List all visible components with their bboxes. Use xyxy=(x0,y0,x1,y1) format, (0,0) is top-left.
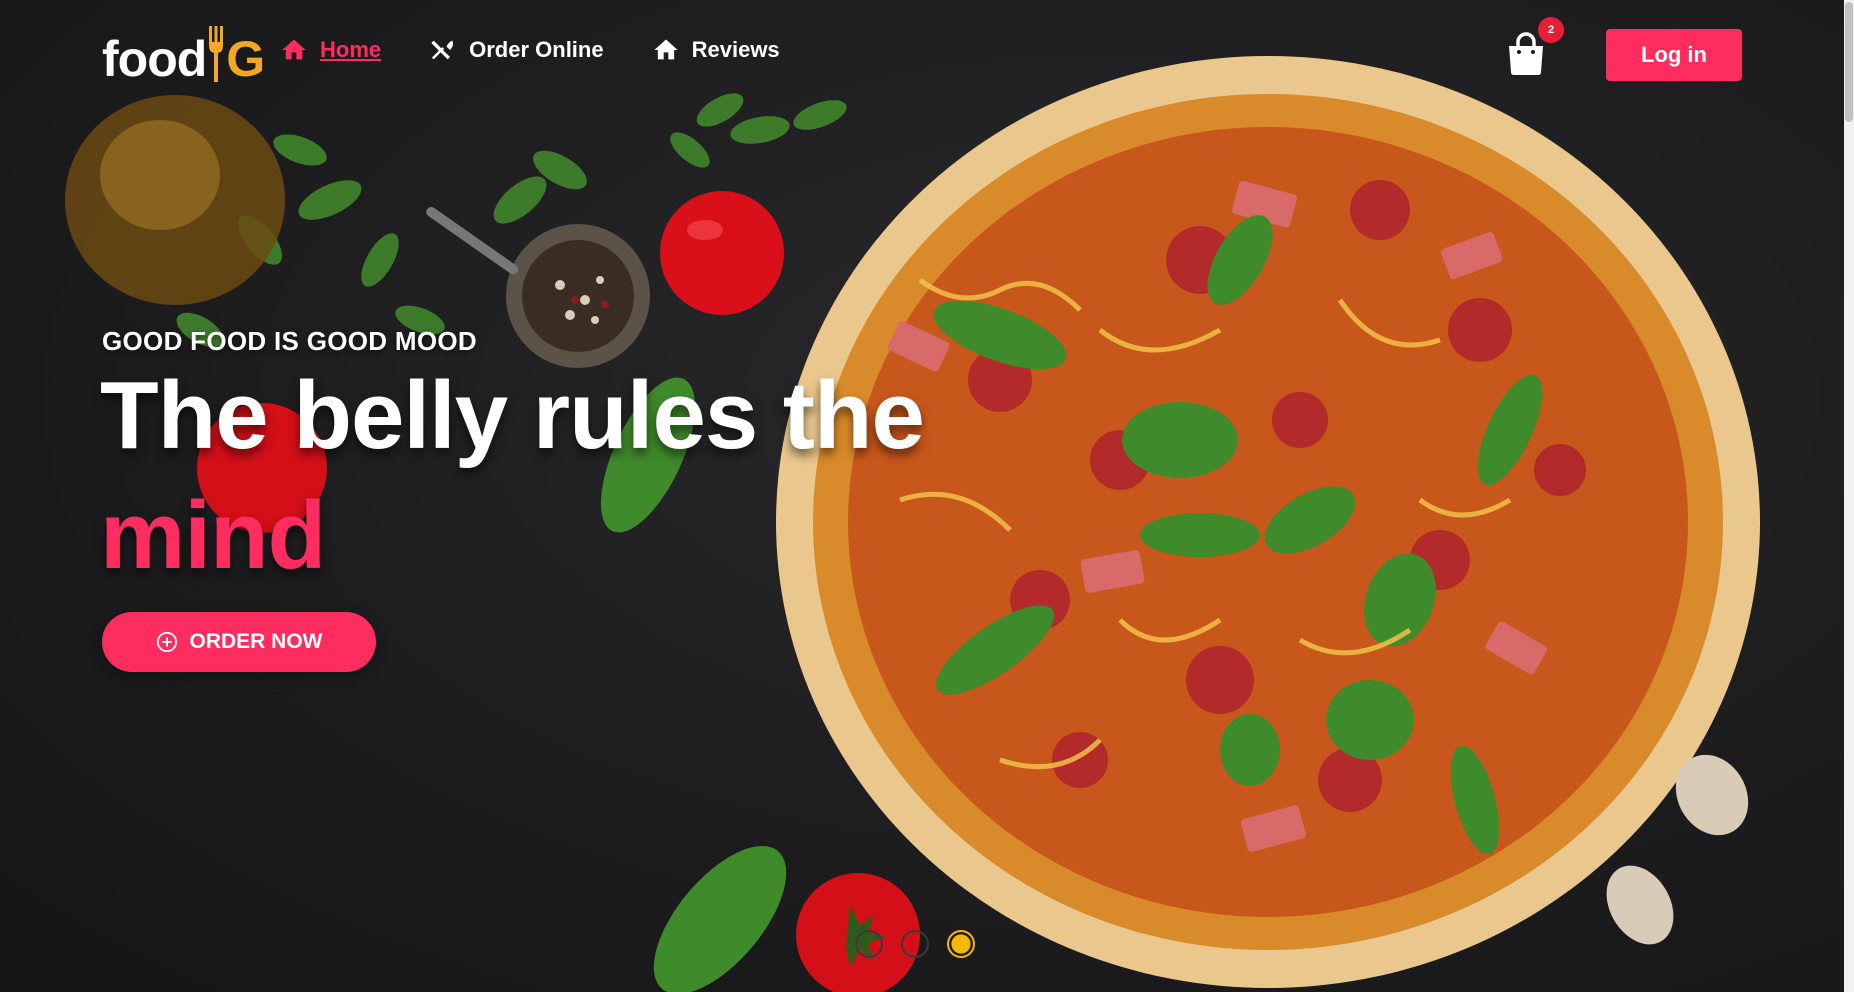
brand-logo[interactable]: food G xyxy=(102,20,265,84)
login-button[interactable]: Log in xyxy=(1606,29,1742,81)
utensils-icon xyxy=(431,40,454,60)
order-now-label: ORDER NOW xyxy=(189,630,323,653)
fork-icon xyxy=(209,26,224,82)
nav-item-reviews[interactable]: Reviews xyxy=(652,36,780,64)
shopping-bag-icon[interactable] xyxy=(1506,32,1546,76)
plus-circle-icon xyxy=(156,631,177,653)
scrollbar-thumb[interactable] xyxy=(1845,2,1853,122)
nav-item-label: Reviews xyxy=(691,37,780,62)
home-icon xyxy=(653,39,678,60)
logo-text: food xyxy=(102,31,207,87)
nav-item-home[interactable]: Home xyxy=(280,36,381,64)
nav-item-order-online[interactable]: Order Online xyxy=(429,36,604,64)
cart-count-badge: 2 xyxy=(1538,17,1564,43)
main-nav: Home Order Online Reviews xyxy=(280,36,780,64)
hero-section: food G Home Order Online Reviews 2 Log i… xyxy=(0,0,1844,992)
home-icon xyxy=(282,39,306,60)
hero-headline: The belly rules the mind xyxy=(100,356,960,596)
page-scrollbar[interactable] xyxy=(1844,0,1854,992)
logo-accent-letter: G xyxy=(226,31,266,87)
carousel-indicators xyxy=(855,930,975,958)
carousel-dot-3[interactable] xyxy=(947,930,975,958)
carousel-dot-2[interactable] xyxy=(901,930,929,958)
hero-tagline: GOOD FOOD IS GOOD MOOD xyxy=(102,326,477,356)
nav-item-label: Home xyxy=(320,37,382,62)
nav-item-label: Order Online xyxy=(469,37,604,62)
headline-main-text: The belly rules the xyxy=(100,362,925,469)
top-navbar: food G Home Order Online Reviews 2 Log i… xyxy=(0,0,1844,108)
carousel-dot-1[interactable] xyxy=(855,930,883,958)
order-now-button[interactable]: ORDER NOW xyxy=(102,612,376,672)
headline-accent-text: mind xyxy=(100,482,326,589)
